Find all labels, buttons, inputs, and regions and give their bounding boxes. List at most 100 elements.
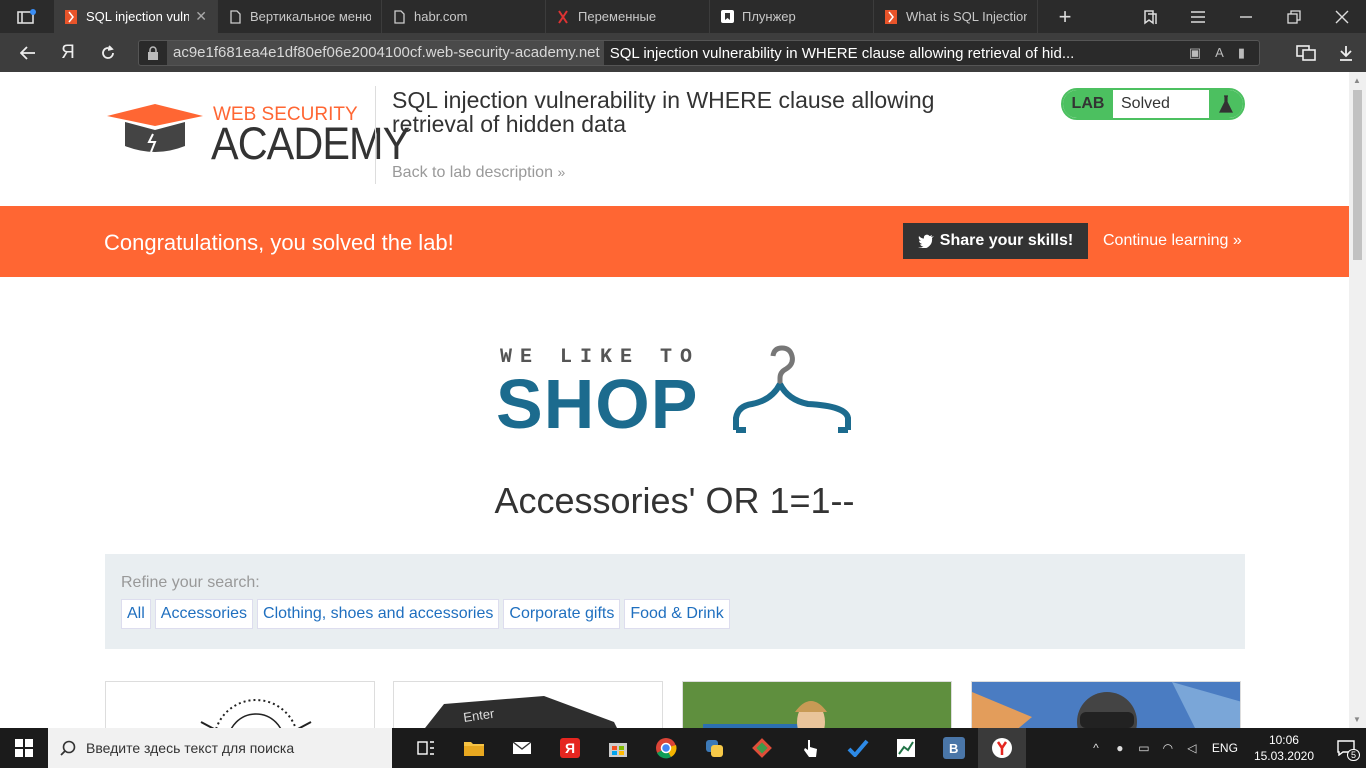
congrats-message: Congratulations, you solved the lab! [104,230,454,255]
store-button[interactable] [594,728,642,768]
tab-label: SQL injection vulne [86,9,190,24]
network-error-icon[interactable]: ● [1108,741,1132,755]
checkmark-icon [847,739,869,757]
tab-plunger[interactable]: Плунжер [710,0,874,33]
product-card[interactable] [105,681,375,728]
tab-label: Переменные [578,9,657,24]
filter-corporate-gifts[interactable]: Corporate gifts [503,599,621,629]
arrow-left-icon [20,45,35,60]
shop-logo[interactable]: WE LIKE TO SHOP [496,342,856,443]
plus-icon: + [1058,3,1072,29]
chrome-button[interactable] [642,728,690,768]
file-explorer-button[interactable] [450,728,498,768]
notifications-button[interactable]: 5 [1326,728,1366,768]
notification-count: 5 [1346,749,1360,761]
yandex-browser-icon [992,738,1012,758]
product-card[interactable] [682,681,952,728]
vk-button[interactable]: B [930,728,978,768]
taskbar-search[interactable]: Введите здесь текст для поиска [48,728,392,768]
back-button[interactable] [8,33,48,72]
download-icon [1340,45,1352,61]
academy-header: WEB SECURITY ACADEMY SQL injection vulne… [105,86,1245,186]
menu-button[interactable] [1174,0,1222,33]
tab-label: Вертикальное меню [250,9,371,24]
shop-brand: SHOP [496,365,699,443]
page-icon [392,9,406,24]
todo-button[interactable] [834,728,882,768]
tab-variables[interactable]: Переменные [546,0,710,33]
restore-button[interactable] [1270,0,1318,33]
filter-all[interactable]: All [121,599,151,629]
share-skills-button[interactable]: Share your skills! [903,223,1088,259]
tab-sql-injection[interactable]: SQL injection vulne ✕ [54,0,218,33]
touch-app-button[interactable] [786,728,834,768]
tab-what-is-sql[interactable]: What is SQL Injection [874,0,1038,33]
tab-habr[interactable]: habr.com [382,0,546,33]
lock-icon[interactable] [139,46,167,60]
downloads-button[interactable] [1326,33,1366,72]
filter-food-drink[interactable]: Food & Drink [624,599,730,629]
tab-manager-button[interactable] [0,0,54,33]
page-icon [228,9,242,24]
yandex-browser-button[interactable]: Я [546,728,594,768]
product-card[interactable] [971,681,1241,728]
chart-app-button[interactable] [882,728,930,768]
reload-button[interactable] [88,33,128,72]
start-button[interactable] [0,728,48,768]
mail-button[interactable] [498,728,546,768]
portswigger-icon [556,9,570,24]
hamburger-icon [1191,10,1205,23]
hanger-icon [733,345,851,433]
chevron-right-icon: » [1232,232,1242,249]
filter-clothing[interactable]: Clothing, shoes and accessories [257,599,500,629]
windows-taskbar: Введите здесь текст для поиска Я B ^ ● ▭… [0,728,1366,768]
continue-learning-link[interactable]: Continue learning » [1103,232,1242,250]
bookmark-icon[interactable]: ▮ [1238,45,1245,61]
page-scrollbar[interactable]: ▲ ▼ [1349,72,1366,728]
scrollbar-thumb[interactable] [1353,90,1362,260]
svg-text:Я: Я [565,740,575,756]
collections-button[interactable] [1126,0,1174,33]
new-tab-button[interactable]: + [1038,0,1092,33]
close-window-button[interactable] [1318,0,1366,33]
chrome-icon [656,738,677,759]
refine-label: Refine your search: [121,574,260,591]
clock[interactable]: 10:06 15.03.2020 [1254,732,1314,764]
solved-banner: Congratulations, you solved the lab! Sha… [0,206,1349,277]
minimize-button[interactable] [1222,0,1270,33]
task-view-button[interactable] [402,728,450,768]
search-icon [60,740,76,756]
volume-icon[interactable]: ◁ [1180,741,1204,755]
protect-icon[interactable]: ▣ [1189,45,1201,61]
vk-letter: B [949,741,958,756]
python-button[interactable] [690,728,738,768]
academy-logo[interactable]: WEB SECURITY ACADEMY [105,96,410,169]
hand-pointer-icon [804,740,817,757]
yandex-icon: Я [560,738,580,758]
browser-tab-bar: SQL injection vulne ✕ Вертикальное меню … [0,0,1366,33]
tab-label: Плунжер [742,9,796,24]
yandex-active-button[interactable] [978,728,1026,768]
translate-panel-button[interactable] [1286,33,1326,72]
translate-icon[interactable]: A [1215,45,1224,61]
tab-vertical-menu[interactable]: Вертикальное меню [218,0,382,33]
filter-accessories[interactable]: Accessories [154,599,254,629]
product-card[interactable]: Enter [393,681,663,728]
system-tray: ^ ● ▭ ◠ ◁ ENG 10:06 15.03.2020 5 [1084,728,1366,768]
scroll-up-icon[interactable]: ▲ [1353,76,1361,85]
wifi-icon[interactable]: ◠ [1156,741,1180,755]
git-icon [752,738,772,758]
git-button[interactable] [738,728,786,768]
product-image [200,699,312,728]
yandex-button[interactable]: Я [48,33,88,72]
battery-icon[interactable]: ▭ [1132,741,1156,755]
close-tab-icon[interactable]: ✕ [195,8,207,25]
product-image [972,682,1240,728]
product-image [683,682,951,728]
url-field[interactable]: ac9e1f681ea4e1df80ef06e2004100cf.web-sec… [138,40,1260,66]
chevron-up-icon[interactable]: ^ [1084,741,1108,755]
language-indicator[interactable]: ENG [1212,741,1238,755]
scroll-down-icon[interactable]: ▼ [1353,715,1361,724]
back-to-lab-link[interactable]: Back to lab description » [392,164,565,182]
bookmark-icon [720,10,734,24]
